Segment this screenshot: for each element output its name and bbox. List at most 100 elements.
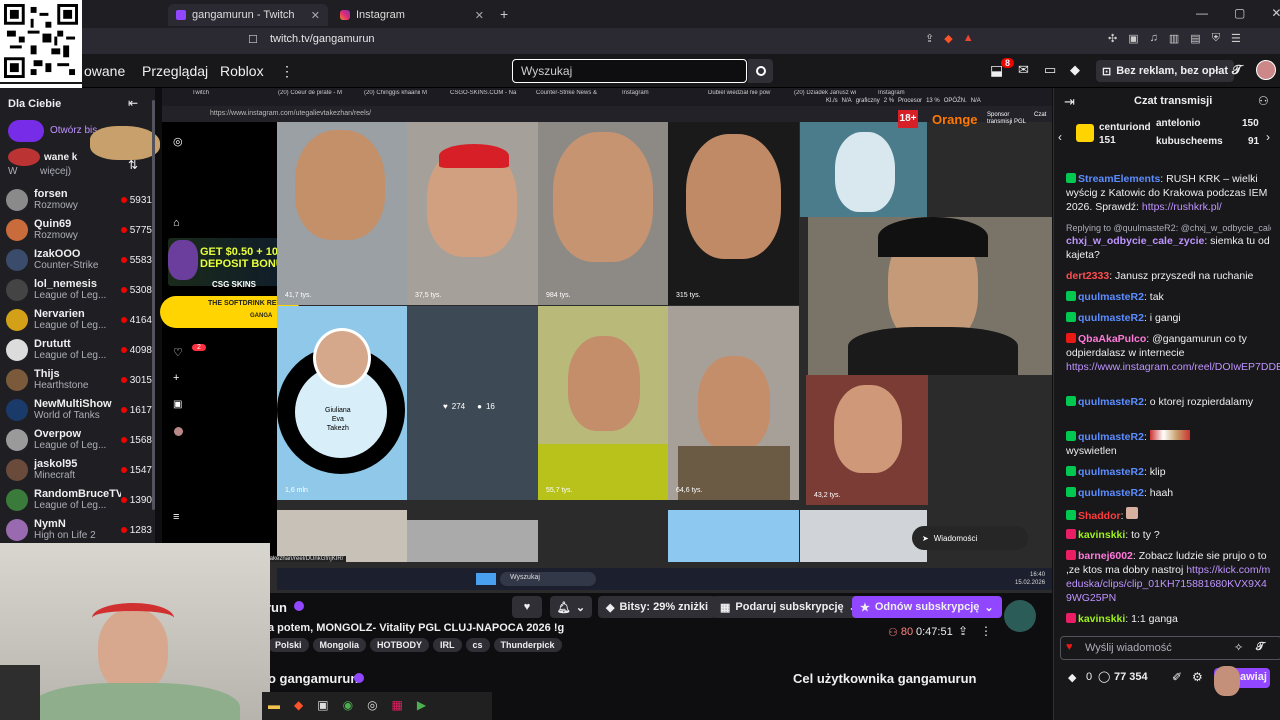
- gear-icon[interactable]: ⚙: [1192, 670, 1203, 684]
- turbo-button[interactable]: ⊡ Bez reklam, bez opłat: [1096, 60, 1235, 82]
- close-window-icon[interactable]: ✕: [1271, 6, 1280, 20]
- vpn-icon[interactable]: ⛨: [1212, 32, 1220, 45]
- chat-username[interactable]: quulmasteR2: [1078, 291, 1144, 303]
- chat-username[interactable]: StreamElements: [1078, 173, 1160, 185]
- chat-username[interactable]: quulmasteR2: [1078, 431, 1144, 443]
- app-icon[interactable]: ▣: [317, 698, 328, 712]
- nav-following[interactable]: owane: [84, 63, 125, 79]
- tag[interactable]: Thunderpick: [493, 638, 562, 652]
- nav-browse[interactable]: Przeglądaj: [142, 63, 208, 79]
- settings-icon[interactable]: ☰: [1231, 32, 1241, 45]
- chat-text: :: [1143, 431, 1147, 443]
- channel-name: forsen: [34, 189, 68, 200]
- tag[interactable]: Polski: [268, 638, 309, 652]
- rewards-icon[interactable]: ▲: [963, 32, 974, 45]
- bits-icon[interactable]: 𝒯: [1232, 62, 1242, 78]
- extensions-icon[interactable]: ✣: [1108, 32, 1117, 45]
- sidebar-item-newmultishow[interactable]: NewMultiShow World of Tanks 1617: [6, 396, 152, 424]
- sidebar-scrollbar[interactable]: [152, 100, 155, 510]
- gift-sub-button[interactable]: ▦Podaruj subskrypcję⌄: [712, 596, 866, 618]
- avatar[interactable]: [1004, 600, 1036, 632]
- chat-username[interactable]: barnej6002: [1078, 550, 1133, 562]
- bits-icon[interactable]: 𝒯: [1256, 641, 1264, 654]
- collapse-chat-icon[interactable]: ⇥: [1064, 94, 1075, 110]
- share-icon[interactable]: ⇪: [958, 624, 968, 638]
- users-icon[interactable]: ⚇: [1258, 94, 1269, 108]
- tag[interactable]: Mongolia: [312, 638, 367, 652]
- minimize-icon[interactable]: —: [1196, 6, 1208, 20]
- inbox-icon[interactable]: ✉: [1018, 62, 1029, 78]
- sidebar-icon[interactable]: ▥: [1169, 32, 1179, 45]
- chrome-icon[interactable]: ◉: [343, 698, 353, 712]
- sidebar-item-drututt[interactable]: Drututt League of Leg... 4098: [6, 336, 152, 364]
- sidebar-item-randombrucetv[interactable]: RandomBruceTV League of Leg... 1390: [6, 486, 152, 514]
- sidebar-item-thijs[interactable]: Thijs Hearthstone 3015: [6, 366, 152, 394]
- chat-username[interactable]: quulmasteR2: [1078, 396, 1144, 408]
- bits-button[interactable]: ◆ Bitsy: 29% zniżki: [598, 596, 717, 618]
- sidebar-item-nervarien[interactable]: Nervarien League of Leg... 4164: [6, 306, 152, 334]
- pin-icon[interactable]: ✐: [1172, 670, 1182, 684]
- collapse-sidebar-icon[interactable]: ⇤: [128, 96, 138, 110]
- tag[interactable]: cs: [465, 638, 490, 652]
- close-icon[interactable]: ✕: [475, 9, 484, 22]
- sort-icon[interactable]: ⇅: [128, 158, 138, 172]
- renew-sub-button[interactable]: ★ Odnów subskrypcję ⌄: [852, 596, 1002, 618]
- url-field[interactable]: twitch.tv/gangamurun: [270, 33, 375, 45]
- drops-icon[interactable]: ◆: [1070, 62, 1080, 78]
- brave-shield-icon[interactable]: ◆: [944, 32, 952, 45]
- close-icon[interactable]: ✕: [311, 9, 320, 22]
- chat-link[interactable]: https://rushkrk.pl/: [1142, 201, 1222, 213]
- sidebar-item-jaskol95[interactable]: jaskol95 Minecraft 1547: [6, 456, 152, 484]
- share-icon[interactable]: ⇪: [925, 32, 934, 45]
- tag[interactable]: IRL: [433, 638, 462, 652]
- avatar[interactable]: [1256, 60, 1276, 80]
- chevron-left-icon[interactable]: ‹: [1058, 130, 1062, 144]
- chat-username[interactable]: QbaAkaPulco: [1078, 333, 1146, 345]
- sidebar-item-forsen[interactable]: forsen Rozmowy 5931: [6, 186, 152, 214]
- maximize-icon[interactable]: ▢: [1234, 6, 1245, 20]
- chat-link[interactable]: https://www.instagram.com/reel/DOIwEP7DD…: [1066, 361, 1280, 373]
- sidebar-item-lol-nemesis[interactable]: lol_nemesis League of Leg... 5308: [6, 276, 152, 304]
- nav-roblox[interactable]: Roblox: [220, 63, 264, 79]
- folder-icon[interactable]: ▬: [268, 698, 280, 712]
- search-input[interactable]: Wyszukaj: [512, 59, 747, 83]
- bookmark-icon[interactable]: ☐: [248, 33, 258, 46]
- sidebar-item-izakooo[interactable]: IzakOOO Counter-Strike 5583: [6, 246, 152, 274]
- sidebar-item-nymn[interactable]: NymN High on Life 2 1283: [6, 516, 152, 544]
- search-button[interactable]: [748, 59, 773, 83]
- music-icon[interactable]: ♫: [1150, 32, 1158, 45]
- chat-reply-context[interactable]: Replying to @quulmasteR2: @chxj_w_odbyci…: [1066, 221, 1271, 235]
- notification-bell-button[interactable]: 🔔︎ ⌄: [550, 596, 592, 618]
- browser-tab-instagram[interactable]: Instagram ✕: [332, 4, 492, 26]
- magic-icon[interactable]: ✧: [1234, 641, 1243, 654]
- chat-username[interactable]: Shaddor: [1078, 510, 1121, 522]
- chat-username[interactable]: kavinskki: [1078, 613, 1125, 625]
- brave-icon[interactable]: ◆: [294, 698, 303, 712]
- browser-tab-twitch[interactable]: gangamurun - Twitch ✕: [168, 4, 328, 26]
- chat-username[interactable]: quulmasteR2: [1078, 312, 1144, 324]
- wallet-icon[interactable]: ▤: [1190, 32, 1200, 45]
- more-icon[interactable]: ⋮: [280, 63, 294, 80]
- sidebar-item-overpow[interactable]: Overpow League of Leg... 1568: [6, 426, 152, 454]
- sidebar-item-quin69[interactable]: Quin69 Rozmowy 5775: [6, 216, 152, 244]
- more-icon[interactable]: ⋮: [980, 624, 992, 638]
- chat-username[interactable]: quulmasteR2: [1078, 487, 1144, 499]
- chat-username[interactable]: chxj_w_odbycie_cale_zycie: [1066, 235, 1204, 247]
- obs-icon[interactable]: ◎: [367, 698, 377, 712]
- chat-message: quulmasteR2: o ktorej rozpierdalamy: [1066, 395, 1271, 409]
- channel-points-icon[interactable]: ◯: [1098, 670, 1110, 683]
- screenshot-icon[interactable]: ▣: [1128, 32, 1138, 45]
- app-icon[interactable]: ▦: [392, 698, 403, 712]
- whispers-icon[interactable]: ▭: [1044, 62, 1056, 78]
- new-tab-button[interactable]: +: [500, 6, 508, 22]
- chevron-right-icon[interactable]: ›: [1266, 130, 1270, 144]
- chat-username[interactable]: dert2333: [1066, 270, 1109, 282]
- chat-username[interactable]: kavinskki: [1078, 529, 1125, 541]
- sidebar-link[interactable]: Otwórz bis: [50, 125, 97, 136]
- window-controls[interactable]: — ▢ ✕: [1196, 6, 1280, 20]
- chat-input[interactable]: Wyślij wiadomość: [1060, 636, 1280, 660]
- follow-button[interactable]: ♥: [512, 596, 542, 618]
- tag[interactable]: HOTBODY: [370, 638, 430, 652]
- app-icon[interactable]: ▶: [417, 698, 426, 712]
- chat-username[interactable]: quulmasteR2: [1078, 466, 1144, 478]
